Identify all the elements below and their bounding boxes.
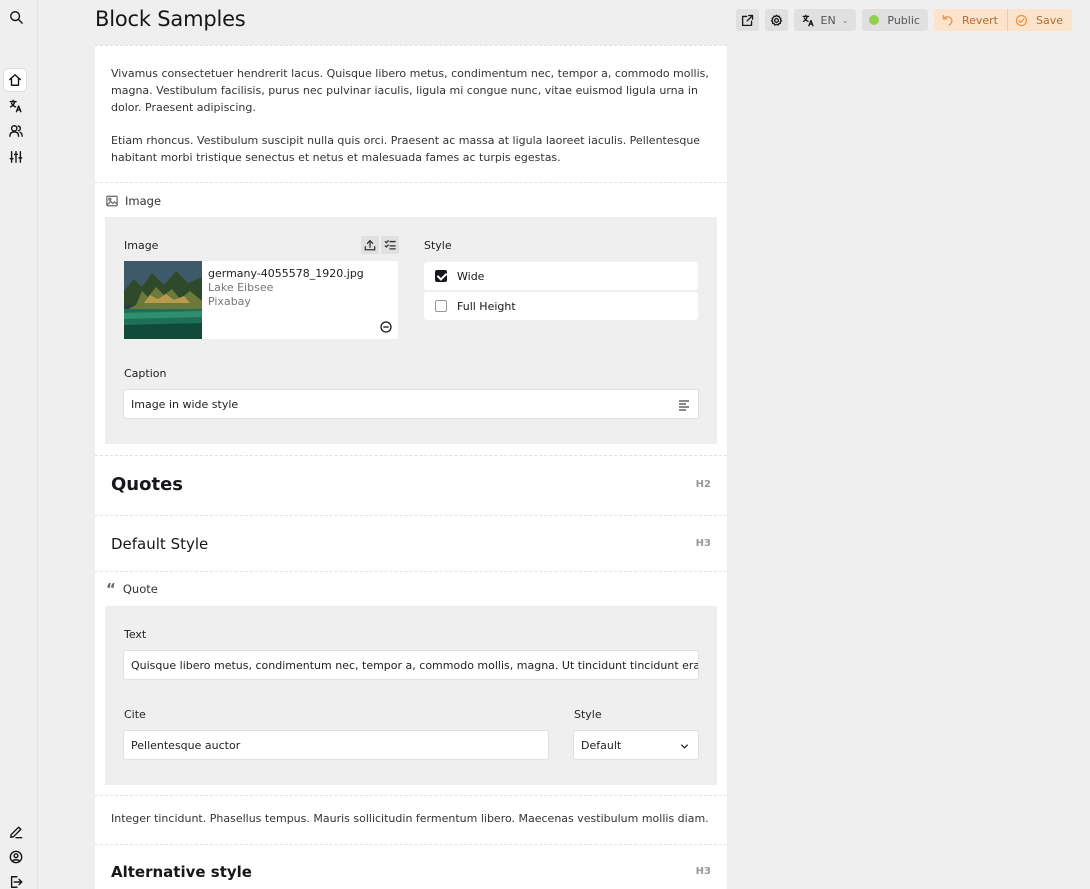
checkbox-checked[interactable] [435, 270, 447, 282]
style-option-label: Wide [457, 269, 485, 283]
users-icon[interactable] [6, 121, 26, 141]
image-alt-text: Lake Eibsee [208, 281, 274, 294]
image-icon [106, 195, 118, 207]
translate-icon [802, 14, 814, 26]
cite-input[interactable]: Pellentesque auctor [123, 730, 549, 760]
divider [95, 571, 727, 572]
translate-icon[interactable] [6, 96, 26, 116]
quote-style-value: Default [581, 738, 622, 752]
revert-icon [942, 14, 953, 26]
quote-style-select[interactable]: Default [573, 730, 699, 760]
open-external-button[interactable] [735, 9, 759, 31]
quote-block-header: “ Quote [106, 580, 158, 598]
checkbox-unchecked[interactable] [435, 300, 447, 312]
quote-block-label: Quote [122, 582, 158, 596]
text-block[interactable]: Integer tincidunt. Phasellus tempus. Mau… [111, 810, 711, 827]
caption-value: Image in wide style [131, 397, 239, 411]
sidebar-rail [0, 0, 38, 889]
text-block[interactable]: Vivamus consectetuer hendrerit lacus. Qu… [111, 65, 711, 116]
save-label: Save [1035, 13, 1063, 27]
caption-input[interactable]: Image in wide style [123, 389, 699, 419]
image-actions [361, 236, 399, 254]
quote-style-label: Style [574, 708, 602, 721]
status-button[interactable]: Public [862, 9, 928, 31]
settings-button[interactable] [764, 9, 788, 31]
open-external-icon [741, 14, 753, 26]
quote-text-value: Quisque libero metus, condimentum nec, t… [131, 658, 698, 672]
page-title: Block Samples [95, 7, 246, 31]
quote-icon: “ [106, 580, 116, 598]
divider [95, 455, 727, 456]
divider [95, 182, 727, 183]
divider [95, 795, 727, 796]
home-icon[interactable] [4, 69, 26, 91]
search-icon[interactable] [6, 7, 26, 27]
image-block-panel: Image germany-4055578_1920.jpg Lake Eibs… [105, 217, 717, 444]
save-button[interactable]: Save [1006, 9, 1072, 31]
style-option-wide[interactable]: Wide [424, 262, 698, 290]
image-thumbnail[interactable] [124, 261, 202, 339]
quote-block-panel: Text Quisque libero metus, condimentum n… [105, 606, 717, 785]
image-field-label: Image [124, 239, 159, 252]
upload-button[interactable] [361, 236, 379, 254]
save-group: Revert Save [933, 9, 1072, 31]
sliders-icon[interactable] [6, 147, 26, 167]
heading-default-style[interactable]: Default Style [111, 535, 208, 553]
account-icon[interactable] [6, 847, 26, 867]
quote-text-label: Text [124, 628, 147, 641]
list-check-icon [384, 240, 396, 250]
toolbar: EN ⌄ Public Revert Save [735, 9, 1072, 31]
revert-button[interactable]: Revert [933, 9, 1007, 31]
heading-level-badge[interactable]: H3 [696, 866, 711, 877]
select-from-list-button[interactable] [381, 236, 399, 254]
image-filename: germany-4055578_1920.jpg [208, 267, 364, 280]
divider [95, 515, 727, 516]
status-dot-icon [869, 15, 880, 25]
revert-label: Revert [961, 13, 998, 27]
image-block-header: Image [106, 194, 161, 208]
language-select[interactable]: EN ⌄ [793, 9, 857, 31]
edit-icon[interactable] [6, 822, 26, 842]
upload-icon [364, 239, 376, 251]
image-meta: germany-4055578_1920.jpg Lake Eibsee Pix… [202, 261, 398, 339]
style-option-full-height[interactable]: Full Height [424, 292, 698, 320]
heading-level-badge[interactable]: H3 [696, 538, 711, 549]
remove-icon[interactable] [380, 321, 392, 333]
style-option-label: Full Height [457, 299, 516, 313]
content-column: Vivamus consectetuer hendrerit lacus. Qu… [95, 45, 727, 889]
image-credit: Pixabay [208, 295, 251, 308]
text-block[interactable]: Etiam rhoncus. Vestibulum suscipit nulla… [111, 132, 711, 166]
status-label: Public [887, 13, 920, 27]
text-align-icon[interactable] [678, 399, 690, 411]
chevron-down-icon [680, 744, 689, 749]
heading-alternative-style[interactable]: Alternative style [111, 863, 252, 881]
language-label: EN [820, 13, 836, 27]
image-preview-card: germany-4055578_1920.jpg Lake Eibsee Pix… [124, 261, 398, 339]
style-label: Style [424, 239, 452, 252]
divider [95, 844, 727, 845]
cite-value: Pellentesque auctor [131, 738, 241, 752]
save-icon [1015, 14, 1028, 26]
chevron-down-icon: ⌄ [841, 15, 849, 25]
quote-text-input[interactable]: Quisque libero metus, condimentum nec, t… [123, 650, 699, 680]
caption-label: Caption [124, 367, 167, 380]
heading-quotes[interactable]: Quotes [111, 474, 183, 495]
heading-level-badge[interactable]: H2 [696, 479, 711, 490]
divider [95, 45, 727, 47]
image-block-label: Image [125, 194, 162, 208]
cite-label: Cite [124, 708, 146, 721]
logout-icon[interactable] [6, 872, 26, 889]
settings-icon [770, 14, 782, 26]
